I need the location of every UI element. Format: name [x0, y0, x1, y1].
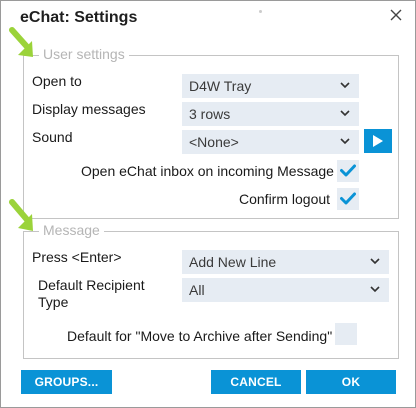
close-icon[interactable]: [389, 8, 403, 22]
sound-select[interactable]: <None>: [182, 130, 359, 154]
settings-dialog: eChat: Settings User settings Open to D4…: [0, 0, 416, 408]
chevron-down-icon: [340, 138, 350, 145]
checkmark-icon: [340, 164, 356, 177]
archive-checkbox[interactable]: [335, 323, 357, 345]
open-to-label: Open to: [32, 73, 82, 89]
press-enter-label: Press <Enter>: [32, 249, 122, 265]
default-recipient-label-line1: Default Recipient: [38, 277, 145, 293]
archive-label: Default for "Move to Archive after Sendi…: [67, 328, 333, 344]
default-recipient-label-line2: Type: [38, 294, 69, 310]
ok-button[interactable]: OK: [306, 370, 396, 394]
confirm-logout-label: Confirm logout: [239, 191, 331, 207]
checkmark-icon: [340, 192, 356, 205]
play-icon: [373, 135, 383, 147]
sound-value: <None>: [189, 134, 239, 150]
open-to-value: D4W Tray: [189, 78, 252, 94]
chevron-down-icon: [370, 286, 380, 293]
user-settings-legend: User settings: [39, 46, 129, 62]
chevron-down-icon: [340, 82, 350, 89]
play-sound-button[interactable]: [364, 129, 392, 153]
green-arrow-icon: [9, 27, 33, 57]
display-messages-label: Display messages: [32, 101, 146, 117]
press-enter-value: Add New Line: [189, 254, 277, 270]
default-recipient-label: Default Recipient Type: [38, 277, 145, 311]
display-messages-value: 3 rows: [189, 106, 231, 122]
dialog-title: eChat: Settings: [20, 9, 138, 26]
chevron-down-icon: [370, 258, 380, 265]
sound-label: Sound: [32, 129, 73, 145]
message-legend: Message: [39, 222, 104, 238]
groups-button[interactable]: GROUPS...: [21, 370, 112, 394]
display-messages-select[interactable]: 3 rows: [182, 102, 359, 126]
confirm-logout-checkbox[interactable]: [337, 188, 359, 210]
green-arrow-icon: [9, 199, 33, 231]
open-inbox-label: Open eChat inbox on incoming Message: [81, 163, 334, 179]
chevron-down-icon: [340, 110, 350, 117]
open-inbox-checkbox[interactable]: [337, 160, 359, 182]
title-bar-dot: [259, 10, 262, 13]
default-recipient-value: All: [189, 282, 205, 298]
default-recipient-select[interactable]: All: [182, 278, 389, 302]
press-enter-select[interactable]: Add New Line: [182, 250, 389, 274]
open-to-select[interactable]: D4W Tray: [182, 74, 359, 98]
cancel-button[interactable]: CANCEL: [211, 370, 301, 394]
